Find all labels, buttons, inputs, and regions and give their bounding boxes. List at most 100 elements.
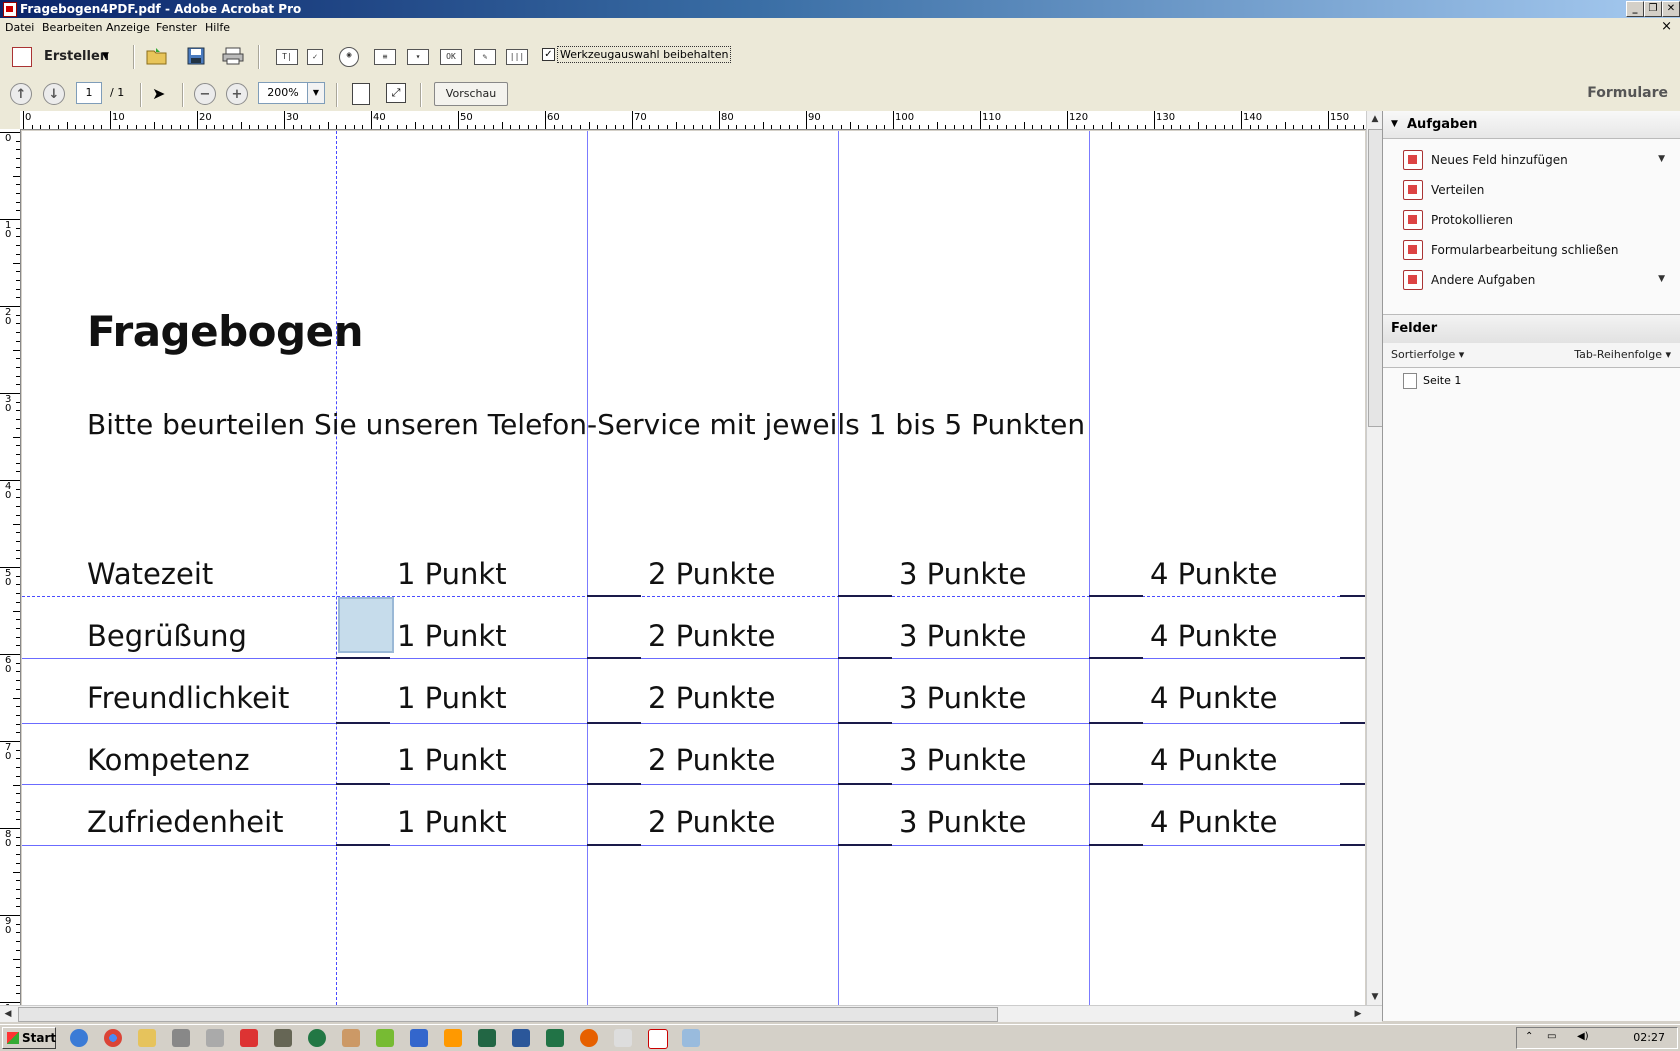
radio-field-underline[interactable] — [838, 722, 892, 724]
aufgaben-section-header[interactable]: ▼ Aufgaben — [1383, 111, 1680, 139]
menu-anzeige[interactable]: Anzeige — [106, 21, 150, 34]
radio-field-underline[interactable] — [1089, 595, 1143, 597]
chevron-down-icon[interactable]: ▼ — [1658, 154, 1665, 164]
radio-field-underline[interactable] — [336, 844, 390, 846]
sort-order-dropdown[interactable]: Sortierfolge ▾ — [1391, 348, 1464, 361]
scroll-right-icon[interactable]: ▶ — [1350, 1006, 1366, 1022]
task-distribute[interactable]: Verteilen — [1383, 175, 1680, 205]
radio-field-underline[interactable] — [1340, 844, 1365, 846]
dreamweaver-icon[interactable] — [478, 1029, 496, 1047]
start-button[interactable]: Start — [2, 1027, 56, 1049]
menu-hilfe[interactable]: Hilfe — [205, 21, 230, 34]
menu-fenster[interactable]: Fenster — [156, 21, 197, 34]
minimize-icon[interactable]: _ — [1626, 1, 1644, 17]
tray-expand-icon[interactable]: ⌃ — [1525, 1031, 1533, 1042]
app-icon[interactable] — [206, 1029, 224, 1047]
radio-field-underline[interactable] — [838, 657, 892, 659]
radio-field-underline[interactable] — [1340, 783, 1365, 785]
explorer-icon[interactable] — [138, 1029, 156, 1047]
print-icon[interactable] — [222, 46, 244, 66]
radio-field-underline[interactable] — [1089, 722, 1143, 724]
radio-field-underline[interactable] — [1089, 783, 1143, 785]
app-icon[interactable] — [274, 1029, 292, 1047]
next-page-icon[interactable]: ↓ — [43, 83, 65, 105]
volume-icon[interactable]: ◀) — [1577, 1031, 1589, 1042]
radio-field-underline[interactable] — [336, 722, 390, 724]
radio-field-underline[interactable] — [587, 844, 641, 846]
acrobat-taskbar-icon[interactable] — [648, 1029, 668, 1049]
preview-button[interactable]: Vorschau — [434, 82, 508, 106]
app-icon[interactable] — [240, 1029, 258, 1047]
task-add-field[interactable]: Neues Feld hinzufügen ▼ — [1383, 145, 1680, 175]
app-icon[interactable] — [172, 1029, 190, 1047]
ie-icon[interactable] — [70, 1029, 88, 1047]
radio-field-underline[interactable] — [1340, 657, 1365, 659]
text-field-icon[interactable]: T| — [276, 49, 298, 65]
radio-field-underline[interactable] — [838, 844, 892, 846]
scroll-left-icon[interactable]: ◀ — [0, 1006, 16, 1022]
zoom-in-icon[interactable]: + — [226, 83, 248, 105]
notepad-icon[interactable] — [614, 1029, 632, 1047]
tab-order-dropdown[interactable]: Tab-Reihenfolge ▾ — [1574, 348, 1671, 361]
barcode-icon[interactable]: ||| — [506, 49, 528, 65]
document-close-icon[interactable]: × — [1661, 19, 1672, 34]
app-icon[interactable] — [444, 1029, 462, 1047]
radio-field-underline[interactable] — [1340, 722, 1365, 724]
radio-field-underline[interactable] — [1089, 844, 1143, 846]
select-tool-icon[interactable]: ➤ — [152, 84, 165, 103]
radio-field-underline[interactable] — [587, 722, 641, 724]
chrome-icon[interactable] — [104, 1029, 122, 1047]
fit-width-icon[interactable]: ⤢ — [386, 83, 406, 103]
checkbox-field-icon[interactable]: ✓ — [307, 49, 323, 65]
radio-field-underline[interactable] — [838, 783, 892, 785]
listbox-icon[interactable]: ≡ — [374, 49, 396, 65]
horizontal-scroll-thumb[interactable] — [18, 1007, 998, 1022]
vertical-scrollbar[interactable]: ▲ ▼ — [1366, 111, 1383, 1005]
app-icon[interactable] — [682, 1029, 700, 1047]
button-field-icon[interactable]: OK — [440, 49, 462, 65]
keep-tool-checkbox[interactable]: ✓ — [542, 48, 555, 61]
zoom-dropdown-icon[interactable]: ▼ — [307, 82, 325, 104]
radio-field-underline[interactable] — [1340, 595, 1365, 597]
vertical-scroll-thumb[interactable] — [1368, 129, 1383, 427]
keep-tool-label[interactable]: Werkzeugauswahl beibehalten — [557, 46, 732, 63]
radio-field-underline[interactable] — [587, 783, 641, 785]
firefox-icon[interactable] — [580, 1029, 598, 1047]
open-folder-icon[interactable] — [146, 46, 168, 66]
task-track[interactable]: Protokollieren — [1383, 205, 1680, 235]
app-icon[interactable] — [308, 1029, 326, 1047]
dropdown-icon[interactable]: ▾ — [407, 49, 429, 65]
save-icon[interactable] — [185, 46, 207, 66]
task-other[interactable]: Andere Aufgaben ▼ — [1383, 265, 1680, 295]
radio-button-icon[interactable]: ◉ — [339, 47, 359, 67]
zoom-out-icon[interactable]: − — [194, 83, 216, 105]
scroll-down-icon[interactable]: ▼ — [1367, 989, 1383, 1005]
zoom-input[interactable]: 200% — [258, 82, 308, 104]
previous-page-icon[interactable]: ↑ — [10, 83, 32, 105]
radio-field-underline[interactable] — [1089, 657, 1143, 659]
radio-field-underline[interactable] — [336, 657, 390, 659]
app-icon[interactable] — [376, 1029, 394, 1047]
digital-signature-icon[interactable]: ✎ — [474, 49, 496, 65]
fit-page-icon[interactable] — [352, 83, 370, 105]
network-icon[interactable]: ▭ — [1547, 1031, 1556, 1042]
radio-field-underline[interactable] — [587, 595, 641, 597]
chevron-down-icon[interactable]: ▼ — [1658, 274, 1665, 284]
task-close-form-edit[interactable]: Formularbearbeitung schließen — [1383, 235, 1680, 265]
radio-field-underline[interactable] — [336, 783, 390, 785]
page-number-input[interactable]: 1 — [76, 82, 102, 104]
close-icon[interactable]: ✕ — [1662, 1, 1680, 17]
radio-field-underline[interactable] — [587, 657, 641, 659]
radio-field-underline[interactable] — [838, 595, 892, 597]
clock[interactable]: 02:27 — [1633, 1031, 1665, 1044]
app-icon[interactable] — [342, 1029, 360, 1047]
restore-icon[interactable]: ❐ — [1644, 1, 1662, 17]
menu-bearbeiten[interactable]: Bearbeiten — [42, 21, 102, 34]
menu-datei[interactable]: Datei — [5, 21, 34, 34]
app-icon[interactable] — [410, 1029, 428, 1047]
excel-icon[interactable] — [546, 1029, 564, 1047]
horizontal-scrollbar[interactable]: ◀ ▶ — [0, 1005, 1382, 1022]
erstellen-button[interactable]: Erstellen ▼ — [10, 43, 120, 69]
word-icon[interactable] — [512, 1029, 530, 1047]
selected-radio-field[interactable] — [338, 597, 394, 653]
